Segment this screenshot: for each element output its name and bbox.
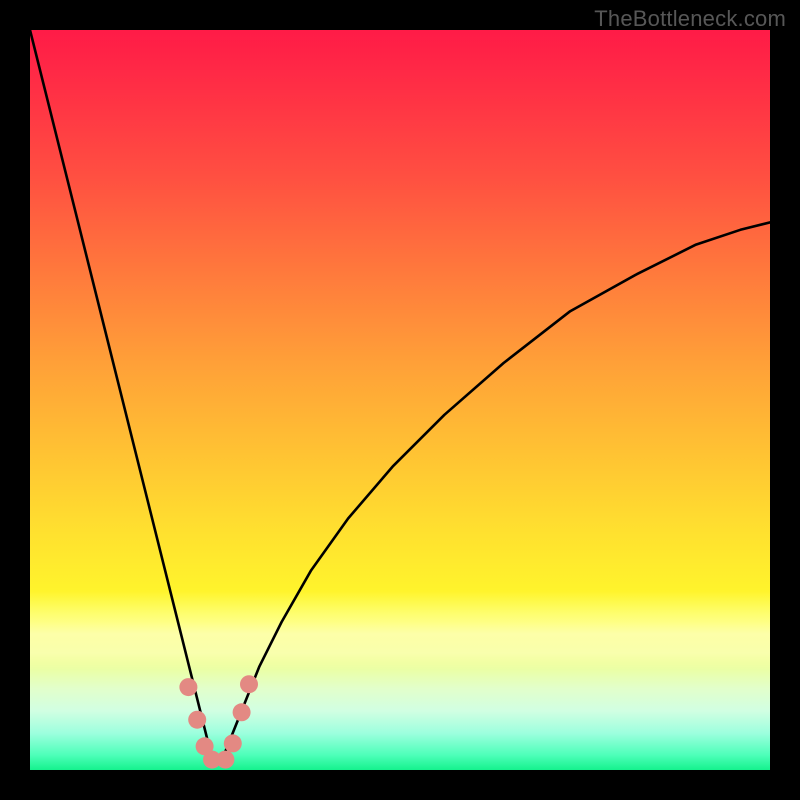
watermark-text: TheBottleneck.com [594,6,786,32]
plot-area [30,30,770,770]
marker-dot [179,678,197,696]
curve-markers [179,675,258,768]
bottleneck-curve [30,30,770,763]
marker-dot [188,711,206,729]
marker-dot [233,703,251,721]
curve-svg [30,30,770,770]
marker-dot [216,751,234,769]
marker-dot [240,675,258,693]
chart-frame: TheBottleneck.com [0,0,800,800]
marker-dot [224,734,242,752]
